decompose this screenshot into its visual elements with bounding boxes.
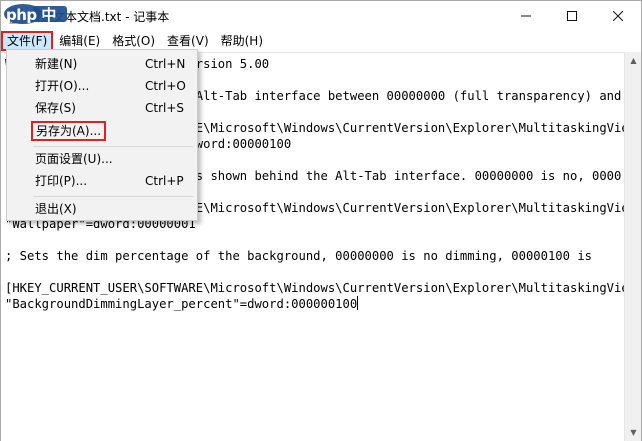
menu-item-shortcut: Ctrl+N [145,57,186,71]
menu-edit[interactable]: 编辑(E) [53,31,106,51]
menu-item-label: 另存为(A)... [31,121,107,141]
maximize-icon [567,11,577,21]
editor-line: "BackgroundDimmingLayer_percent"=dword:0… [5,297,358,311]
menu-item-label: 新建(N) [35,57,78,71]
menu-item-label: 保存(S) [35,101,76,115]
menu-item-save[interactable]: 保存(S) Ctrl+S [9,97,195,119]
menu-bar: 文件(F) 编辑(E) 格式(O) 查看(V) 帮助(H) [1,31,641,51]
menu-item-open[interactable]: 打开(O)... Ctrl+O [9,75,195,97]
php-watermark-logo: php 中文网 [3,3,67,45]
minimize-icon [521,15,531,17]
menu-separator [33,146,193,147]
scroll-down-icon[interactable]: ▼ [625,424,642,441]
menu-item-label: 打开(O)... [35,79,90,93]
menu-item-label: 打印(P)... [35,174,88,188]
maximize-button[interactable] [549,1,595,31]
title-bar[interactable]: 新建文本文档.txt - 记事本 php 中文网 [1,1,641,45]
notepad-window: 新建文本文档.txt - 记事本 php 中文网 文件(F) 编辑(E) 格式(… [0,0,642,441]
file-dropdown-menu: 新建(N) Ctrl+N 打开(O)... Ctrl+O 保存(S) Ctrl+… [6,49,198,221]
menu-view[interactable]: 查看(V) [161,31,215,51]
menu-item-print[interactable]: 打印(P)... Ctrl+P [9,170,195,192]
menu-item-label: 退出(X) [35,202,77,216]
menu-file[interactable]: 文件(F) [1,31,54,51]
close-button[interactable] [595,1,641,31]
editor-line: ; Sets the dim percentage of the backgro… [5,249,592,263]
text-caret [357,296,359,310]
menu-item-shortcut: Ctrl+P [145,174,184,188]
menu-item-save-as[interactable]: 另存为(A)... [9,120,195,142]
close-icon [613,11,623,21]
menu-item-label: 页面设置(U)... [35,152,113,166]
editor-line: [HKEY_CURRENT_USER\SOFTWARE\Microsoft\Wi… [5,281,624,295]
menu-help[interactable]: 帮助(H) [215,31,269,51]
menu-item-page-setup[interactable]: 页面设置(U)... [9,148,195,170]
menu-format[interactable]: 格式(O) [106,31,161,51]
menu-item-exit[interactable]: 退出(X) [9,198,195,220]
minimize-button[interactable] [503,1,549,31]
scroll-up-icon[interactable]: ▲ [625,52,642,69]
menu-separator [33,196,193,197]
vertical-scrollbar[interactable]: ▲ ▼ [624,52,641,441]
menu-item-new[interactable]: 新建(N) Ctrl+N [9,53,195,75]
menu-item-shortcut: Ctrl+S [145,101,185,115]
menu-item-shortcut: Ctrl+O [145,79,186,93]
